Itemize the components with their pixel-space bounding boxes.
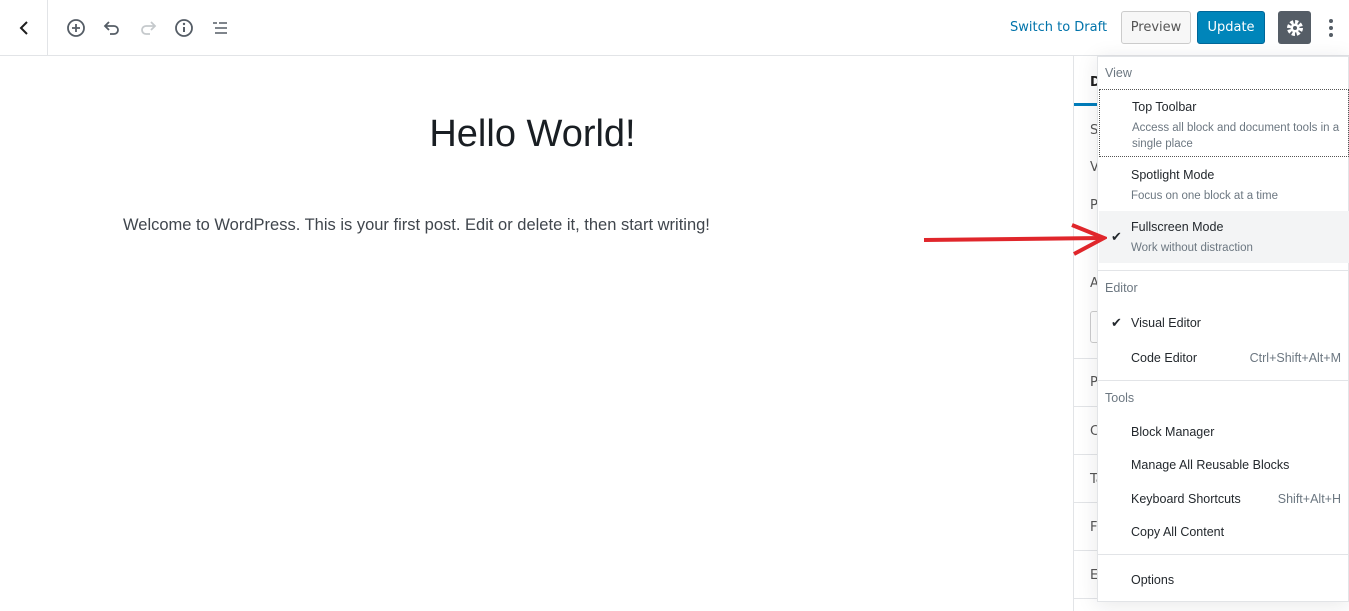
list-icon: [213, 22, 227, 34]
preview-button[interactable]: Preview: [1121, 11, 1191, 44]
menu-item-label: Copy All Content: [1131, 525, 1225, 539]
menu-item-label: Options: [1131, 573, 1175, 587]
menu-item-manage-reusable-blocks[interactable]: Manage All Reusable Blocks: [1099, 451, 1349, 481]
menu-item-label: Code Editor: [1131, 351, 1198, 365]
redo-icon: [141, 21, 157, 35]
menu-item-options[interactable]: Options: [1099, 566, 1349, 596]
menu-item-label: Visual Editor: [1131, 316, 1201, 330]
group-label-tools: Tools: [1105, 391, 1135, 405]
dot-icon: [1329, 19, 1333, 23]
more-options-button[interactable]: [1320, 16, 1342, 40]
menu-item-description: Work without distraction: [1131, 242, 1253, 254]
add-block-button[interactable]: [64, 16, 88, 40]
menu-item-keyboard-shortcuts[interactable]: Keyboard Shortcuts Shift+Alt+H: [1099, 485, 1349, 515]
switch-to-draft-link[interactable]: Switch to Draft: [1010, 20, 1107, 35]
chevron-left-icon: [19, 20, 28, 35]
divider: [1098, 270, 1348, 271]
menu-item-label: Block Manager: [1131, 425, 1215, 439]
dot-icon: [1329, 26, 1333, 30]
menu-item-block-manager[interactable]: Block Manager: [1099, 418, 1349, 448]
menu-item-label: Fullscreen Mode: [1131, 220, 1224, 234]
menu-item-label: Keyboard Shortcuts: [1131, 492, 1241, 506]
block-navigation-button[interactable]: [208, 16, 232, 40]
divider: [1098, 554, 1348, 555]
menu-item-visual-editor[interactable]: ✔ Visual Editor: [1099, 309, 1349, 339]
more-options-menu: View Top Toolbar Access all block and do…: [1097, 56, 1349, 602]
shortcut-text: Shift+Alt+H: [1277, 492, 1341, 506]
post-title[interactable]: Hello World!: [0, 113, 1065, 156]
check-icon: ✔: [1111, 229, 1122, 244]
menu-item-label: Spotlight Mode: [1131, 168, 1215, 182]
shortcut-text: Ctrl+Shift+Alt+M: [1249, 351, 1341, 365]
menu-item-description: Focus on one block at a time: [1131, 190, 1279, 202]
settings-button[interactable]: [1278, 11, 1311, 44]
group-label-editor: Editor: [1105, 281, 1138, 295]
back-button[interactable]: [0, 0, 48, 55]
info-button[interactable]: [172, 16, 196, 40]
gear-icon: [1286, 19, 1303, 36]
menu-item-code-editor[interactable]: Code Editor Ctrl+Shift+Alt+M: [1099, 344, 1349, 374]
menu-item-description: Access all block and document tools in a…: [1132, 122, 1340, 150]
divider: [1098, 380, 1348, 381]
menu-item-spotlight-mode[interactable]: Spotlight Mode Focus on one block at a t…: [1099, 159, 1349, 209]
redo-button[interactable]: [136, 16, 160, 40]
menu-item-label: Top Toolbar: [1132, 100, 1197, 114]
undo-icon: [103, 21, 119, 35]
paragraph-block[interactable]: Welcome to WordPress. This is your first…: [123, 216, 710, 235]
annotation-arrow-icon: [923, 223, 1107, 256]
group-label-view: View: [1105, 66, 1132, 80]
plus-circle-icon: [67, 19, 85, 37]
menu-item-top-toolbar[interactable]: Top Toolbar Access all block and documen…: [1099, 89, 1349, 157]
info-icon: [175, 19, 193, 37]
check-icon: ✔: [1111, 315, 1122, 330]
menu-item-label: Manage All Reusable Blocks: [1131, 458, 1290, 472]
update-button[interactable]: Update: [1197, 11, 1265, 44]
undo-button[interactable]: [100, 16, 124, 40]
menu-item-fullscreen-mode[interactable]: ✔ Fullscreen Mode Work without distracti…: [1099, 211, 1349, 263]
top-toolbar: Switch to Draft Preview Update: [0, 0, 1349, 56]
dot-icon: [1329, 33, 1333, 37]
menu-item-copy-all-content[interactable]: Copy All Content: [1099, 518, 1349, 548]
